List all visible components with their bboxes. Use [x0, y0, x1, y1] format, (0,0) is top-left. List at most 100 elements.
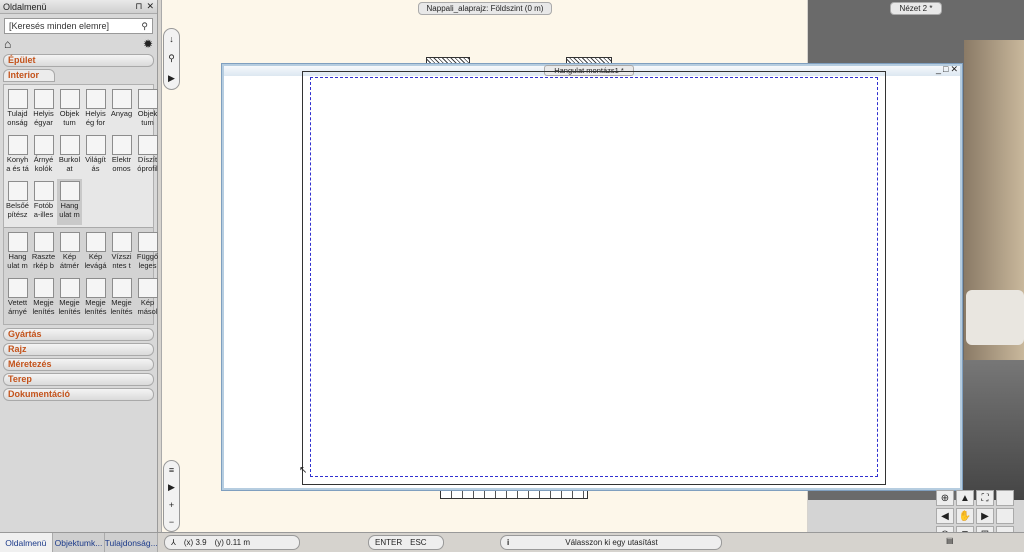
subtool-9[interactable]: Megje lenítés: [83, 276, 108, 322]
snap-icon[interactable]: ⅄: [171, 538, 176, 547]
category-gyartas[interactable]: Gyártás: [3, 328, 154, 341]
subtool-icon: [137, 278, 158, 298]
enter-key[interactable]: ENTER: [375, 538, 402, 547]
tool-label: Anyag: [110, 109, 133, 118]
play-icon[interactable]: ▶: [168, 73, 175, 84]
category-interior[interactable]: Interior: [3, 69, 55, 82]
category-rajz[interactable]: Rajz: [3, 343, 154, 356]
zoom-out-icon[interactable]: ⊖: [936, 526, 954, 532]
tool-1[interactable]: Helyis égyar: [31, 87, 56, 133]
tool-8[interactable]: Burkol at: [57, 133, 82, 179]
subtool-label: Vízszi ntes t: [111, 252, 132, 270]
list-icon[interactable]: ≡: [169, 465, 174, 475]
print-margin: [310, 77, 878, 477]
subtool-7[interactable]: Megje lenítés: [31, 276, 56, 322]
subtool-1[interactable]: Raszte rkép b: [31, 230, 56, 276]
interior-tools-grid: Tulajd onság Helyis égyar Objek tum Helyis …: [4, 85, 158, 227]
tool-label: Objek tum: [137, 109, 158, 127]
folder-icon[interactable]: ▤: [946, 536, 954, 545]
zoom-in-icon[interactable]: ⊕: [936, 490, 954, 506]
sidebar-tabs: Oldalmenü Objektumk... Tulajdonság...: [0, 532, 159, 552]
subtool-label: Raszte rkép b: [31, 252, 56, 270]
tool-label: Hang ulat m: [59, 201, 80, 219]
fit-icon[interactable]: ⛶: [976, 490, 994, 506]
tool-3[interactable]: Helyis ég for: [83, 87, 108, 133]
tool-2[interactable]: Objek tum: [57, 87, 82, 133]
subtool-4[interactable]: Vízszi ntes t: [109, 230, 134, 276]
home-icon[interactable]: ⌂: [4, 37, 11, 51]
subtool-5[interactable]: Függő leges: [135, 230, 160, 276]
paper-sheet[interactable]: ↖: [299, 71, 886, 485]
close-icon[interactable]: ✕: [146, 1, 154, 12]
tab-tulajdonsagok[interactable]: Tulajdonság...: [105, 533, 159, 552]
minus-icon[interactable]: −: [169, 517, 174, 527]
subtool-label: Vetett árnyé: [7, 298, 28, 316]
subtool-icon: [7, 232, 28, 252]
coordinate-readout[interactable]: ⅄ (x) 3.9 (y) 0.11 m: [164, 535, 300, 550]
hand-icon[interactable]: ✋: [956, 508, 974, 524]
spacer: [996, 490, 1014, 506]
tool-11[interactable]: Díszít óprofil: [135, 133, 160, 179]
minimize-icon[interactable]: _: [936, 64, 941, 75]
gear-icon[interactable]: ✹: [143, 37, 153, 51]
tool-5[interactable]: Objek tum: [135, 87, 160, 133]
tool-12[interactable]: Belsőé pítész: [5, 179, 30, 225]
tool-7[interactable]: Árnyé kolók: [31, 133, 56, 179]
subtool-label: Függő leges: [136, 252, 159, 270]
wall-segment: [426, 57, 470, 64]
sofa: [966, 290, 1024, 345]
plan-nav-bottom: ≡ ▶ + −: [163, 460, 180, 532]
search-icon[interactable]: ⚲: [141, 21, 148, 32]
maximize-icon[interactable]: □: [943, 64, 948, 75]
subtool-icon: [7, 278, 28, 298]
subtool-0[interactable]: Hang ulat m: [5, 230, 30, 276]
category-terep[interactable]: Terep: [3, 373, 154, 386]
sidebar: Oldalmenü ⊓ ✕ [Keresés minden elemre] ⚲ ⌂…: [0, 0, 158, 532]
zoom-icon[interactable]: ⚲: [168, 53, 175, 64]
subtool-icon: [85, 278, 106, 298]
tab-oldalmenu[interactable]: Oldalmenü: [0, 533, 53, 552]
tool-14[interactable]: Hang ulat m: [57, 179, 82, 225]
plus-icon[interactable]: +: [169, 500, 174, 510]
app-window: Oldalmenü ⊓ ✕ [Keresés minden elemre] ⚲ ⌂…: [0, 0, 1024, 552]
esc-key[interactable]: ESC: [410, 538, 426, 547]
subtool-6[interactable]: Vetett árnyé: [5, 276, 30, 322]
category-dokumentacio[interactable]: Dokumentáció: [3, 388, 154, 401]
spacer: [996, 526, 1014, 532]
arrow-down-icon[interactable]: ▼: [956, 526, 974, 532]
close-icon[interactable]: ✕: [950, 64, 958, 75]
arrow-up-icon[interactable]: ▲: [956, 490, 974, 506]
pin-icon[interactable]: ⊓: [135, 1, 142, 12]
subtool-2[interactable]: Kép átmér: [57, 230, 82, 276]
tool-4[interactable]: Anyag: [109, 87, 134, 133]
search-input[interactable]: [Keresés minden elemre] ⚲: [4, 18, 153, 34]
arrow-left-icon[interactable]: ◀: [936, 508, 954, 524]
mood-montage-window[interactable]: Hangulat montázs1 * _ □ ✕ ↖: [222, 64, 962, 490]
category-meretezes[interactable]: Méretezés: [3, 358, 154, 371]
tool-9[interactable]: Világít ás: [83, 133, 108, 179]
coordinate-x: (x) 3.9: [183, 538, 207, 547]
tool-6[interactable]: Konyh a és tá: [5, 133, 30, 179]
tool-0[interactable]: Tulajd onság: [5, 87, 30, 133]
tool-13[interactable]: Fotób a-illes: [31, 179, 56, 225]
plan-title[interactable]: Nappali_alaprajz: Földszint (0 m): [418, 2, 552, 15]
tool-icon: [7, 89, 28, 109]
zoom-window-icon[interactable]: ⊞: [976, 526, 994, 532]
tool-icon: [33, 181, 54, 201]
view3d-title[interactable]: Nézet 2 *: [890, 2, 942, 15]
tool-icon: [111, 89, 132, 109]
play-icon[interactable]: ▶: [168, 482, 175, 493]
tool-icon: [59, 89, 80, 109]
subtool-8[interactable]: Megje lenítés: [57, 276, 82, 322]
category-epulet[interactable]: Épület: [3, 54, 154, 67]
subtool-3[interactable]: Kép levágá: [83, 230, 108, 276]
arrow-down-icon[interactable]: ↓: [169, 34, 174, 44]
arrow-right-icon[interactable]: ▶: [976, 508, 994, 524]
subtool-10[interactable]: Megje lenítés: [109, 276, 134, 322]
subtool-11[interactable]: Kép másol: [135, 276, 160, 322]
subtool-label: Kép átmér: [59, 252, 80, 270]
tool-label: Világít ás: [85, 155, 106, 173]
tab-objektumkezelo[interactable]: Objektumk...: [53, 533, 106, 552]
tool-10[interactable]: Elektr omos: [109, 133, 134, 179]
tool-label: Elektr omos: [111, 155, 132, 173]
